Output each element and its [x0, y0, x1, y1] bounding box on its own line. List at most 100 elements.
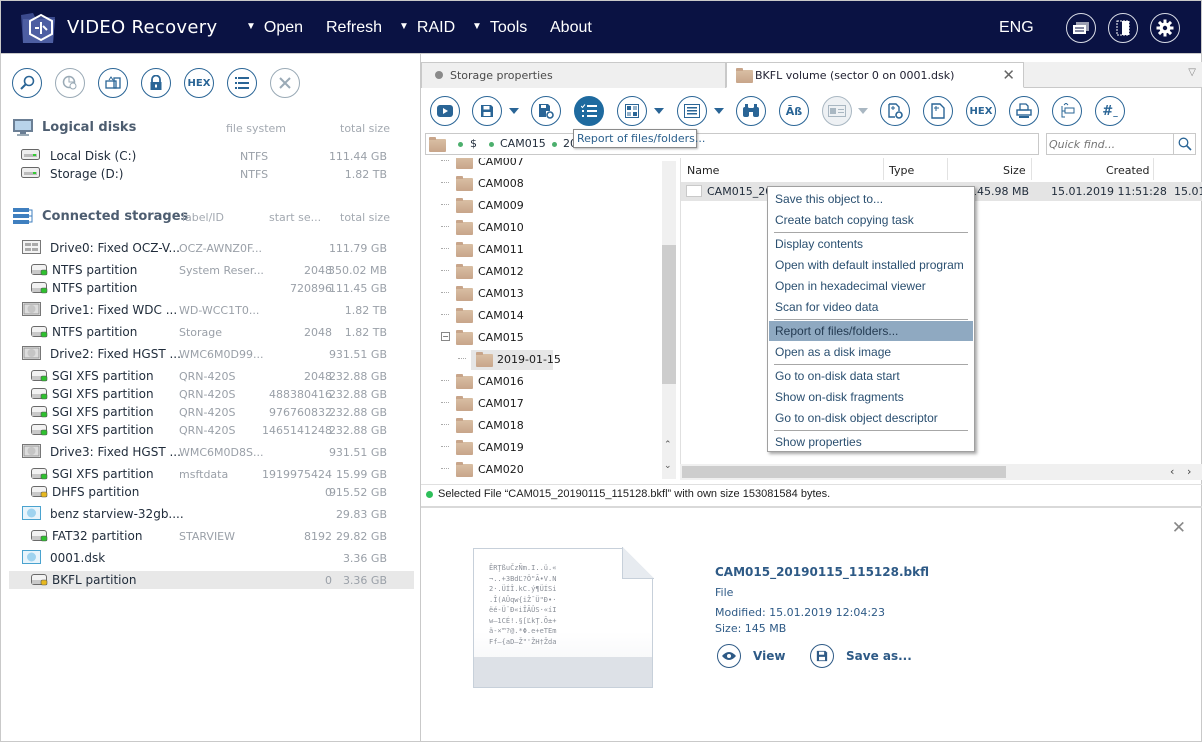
tree-folder-item[interactable]: CAM014: [441, 306, 524, 326]
context-menu-item[interactable]: Display contents: [769, 234, 973, 254]
windows-button[interactable]: [1066, 13, 1096, 43]
tree-folder-item[interactable]: CAM011: [441, 240, 524, 260]
close-tab-icon[interactable]: ✕: [1002, 66, 1015, 84]
column-size[interactable]: Size: [1003, 164, 1026, 177]
partition-item[interactable]: DHFS partition 0 915.52 GB: [9, 483, 414, 501]
menu-open[interactable]: ▼ Open: [246, 19, 303, 37]
hex-view-button[interactable]: HEX: [966, 96, 996, 126]
context-menu-item[interactable]: Go to on-disk data start: [769, 366, 973, 386]
menu-raid[interactable]: ▼ RAID: [399, 19, 455, 37]
column-type[interactable]: Type: [889, 164, 914, 177]
report-button[interactable]: [574, 96, 604, 126]
partition-item[interactable]: NTFS partition Storage 2048 1.82 TB: [9, 323, 414, 341]
tree-scrollbar[interactable]: ⌃ ⌄: [662, 161, 676, 479]
breadcrumb-item[interactable]: CAM015: [500, 137, 546, 150]
partition-item[interactable]: SGI XFS partition QRN-420S 2048 232.88 G…: [9, 367, 414, 385]
tree-folder-item[interactable]: 2019-01-15: [458, 350, 561, 370]
export-settings-button[interactable]: [880, 96, 910, 126]
search-icon[interactable]: [1178, 137, 1192, 151]
partition-item[interactable]: FAT32 partition STARVIEW 8192 29.82 GB: [9, 527, 414, 545]
context-menu-item[interactable]: Report of files/folders...: [769, 321, 973, 341]
partition-item[interactable]: BKFL partition 0 3.36 GB: [9, 571, 414, 589]
save-button[interactable]: [472, 96, 502, 126]
context-menu-item[interactable]: Show on-disk fragments: [769, 387, 973, 407]
scroll-down-icon[interactable]: ⌄: [664, 461, 672, 471]
scroll-thumb[interactable]: [662, 245, 676, 384]
storage-device-item[interactable]: Drive1: Fixed WDC ... WD-WCC1T0... 1.82 …: [9, 301, 414, 319]
view-button[interactable]: View: [717, 644, 785, 668]
storage-device-item[interactable]: Drive2: Fixed HGST ... WMC6M0D99... 931.…: [9, 345, 414, 363]
tree-folder-item[interactable]: CAM018: [441, 416, 524, 436]
column-created[interactable]: Created: [1106, 164, 1150, 177]
open-image-button[interactable]: [98, 68, 128, 98]
partition-item[interactable]: NTFS partition System Reser... 2048 350.…: [9, 261, 414, 279]
tree-folder-item[interactable]: CAM007: [441, 158, 524, 172]
context-menu-item[interactable]: Save this object to...: [769, 189, 973, 209]
context-menu-item[interactable]: Show properties: [769, 432, 973, 452]
partition-search-button[interactable]: [55, 68, 85, 98]
language-selector[interactable]: ENG: [999, 19, 1034, 37]
tree-folder-item[interactable]: CAM019: [441, 438, 524, 458]
settings-button[interactable]: [1150, 13, 1180, 43]
find-button[interactable]: [736, 96, 766, 126]
save-settings-button[interactable]: [531, 96, 561, 126]
hex-button[interactable]: HEX: [184, 68, 214, 98]
tree-folder-item[interactable]: − CAM015: [441, 328, 524, 348]
preview-button[interactable]: [822, 96, 852, 126]
hash-button[interactable]: #_: [1095, 96, 1125, 126]
tree-folder-item[interactable]: CAM020: [441, 460, 524, 480]
context-menu-item[interactable]: Open in hexadecimal viewer: [769, 276, 973, 296]
tree-folder-item[interactable]: CAM009: [441, 196, 524, 216]
list-view-button[interactable]: [677, 96, 707, 126]
view-mode-button[interactable]: [617, 96, 647, 126]
tree-folder-item[interactable]: CAM017: [441, 394, 524, 414]
context-menu-item[interactable]: Open as a disk image: [769, 342, 973, 362]
save-as-button[interactable]: Save as...: [810, 644, 912, 668]
scroll-up-icon[interactable]: ⌃: [664, 440, 672, 450]
collapse-icon[interactable]: −: [441, 332, 450, 341]
lock-button[interactable]: [141, 68, 171, 98]
breadcrumb-item[interactable]: $: [470, 137, 477, 150]
scroll-right-icon[interactable]: ›: [1187, 465, 1191, 478]
context-menu-item[interactable]: Create batch copying task: [769, 210, 973, 230]
tab-list-dropdown-icon[interactable]: ▽: [1188, 67, 1196, 78]
tree-folder-item[interactable]: CAM012: [441, 262, 524, 282]
text-search-button[interactable]: Āß: [779, 96, 809, 126]
file-list-scrollbar[interactable]: ‹ ›: [680, 464, 1202, 480]
partition-item[interactable]: SGI XFS partition QRN-420S 488380416 232…: [9, 385, 414, 403]
print-button[interactable]: [1009, 96, 1039, 126]
list-button[interactable]: [227, 68, 257, 98]
tree-folder-item[interactable]: CAM010: [441, 218, 524, 238]
view-mode-dropdown-icon[interactable]: [654, 108, 664, 114]
context-menu-item[interactable]: Open with default installed program: [769, 255, 973, 275]
menu-about[interactable]: About: [550, 19, 592, 37]
storage-device-item[interactable]: Drive0: Fixed OCZ-V... OCZ-AWNZ0F... 111…: [9, 239, 414, 257]
scan-button[interactable]: [12, 68, 42, 98]
storage-device-item[interactable]: benz starview-32gb.... 29.83 GB: [9, 505, 414, 523]
partition-item[interactable]: SGI XFS partition msftdata 1919975424 15…: [9, 465, 414, 483]
tree-button[interactable]: [1052, 96, 1082, 126]
close-preview-icon[interactable]: ✕: [1172, 518, 1186, 538]
context-menu-item[interactable]: Scan for video data: [769, 297, 973, 317]
partition-item[interactable]: SGI XFS partition QRN-420S 1465141248 23…: [9, 421, 414, 439]
panel-toggle-button[interactable]: [1108, 13, 1138, 43]
context-menu-item[interactable]: Go to on-disk object descriptor: [769, 408, 973, 428]
close-storage-button[interactable]: [270, 68, 300, 98]
export-button[interactable]: [923, 96, 953, 126]
tree-folder-item[interactable]: CAM013: [441, 284, 524, 304]
menu-tools[interactable]: ▼ Tools: [472, 19, 527, 37]
scroll-left-icon[interactable]: ‹: [1170, 465, 1174, 478]
partition-item[interactable]: NTFS partition 720896 111.45 GB: [9, 279, 414, 297]
tab-storage-properties[interactable]: Storage properties: [421, 62, 726, 88]
logical-disk-item[interactable]: Storage (D:) NTFS 1.82 TB: [9, 165, 414, 183]
column-name[interactable]: Name: [687, 164, 719, 177]
tab-bkfl-volume[interactable]: BKFL volume (sector 0 on 0001.dsk) ✕: [726, 62, 1024, 88]
preview-dropdown-icon[interactable]: [858, 108, 868, 114]
quick-find-input[interactable]: [1049, 136, 1169, 152]
partition-item[interactable]: SGI XFS partition QRN-420S 976760832 232…: [9, 403, 414, 421]
storage-device-item[interactable]: Drive3: Fixed HGST ... WMC6M0D8S... 931.…: [9, 443, 414, 461]
scroll-thumb[interactable]: [682, 466, 1006, 478]
tree-folder-item[interactable]: CAM008: [441, 174, 524, 194]
save-dropdown-icon[interactable]: [509, 108, 519, 114]
storage-device-item[interactable]: 0001.dsk 3.36 GB: [9, 549, 414, 567]
